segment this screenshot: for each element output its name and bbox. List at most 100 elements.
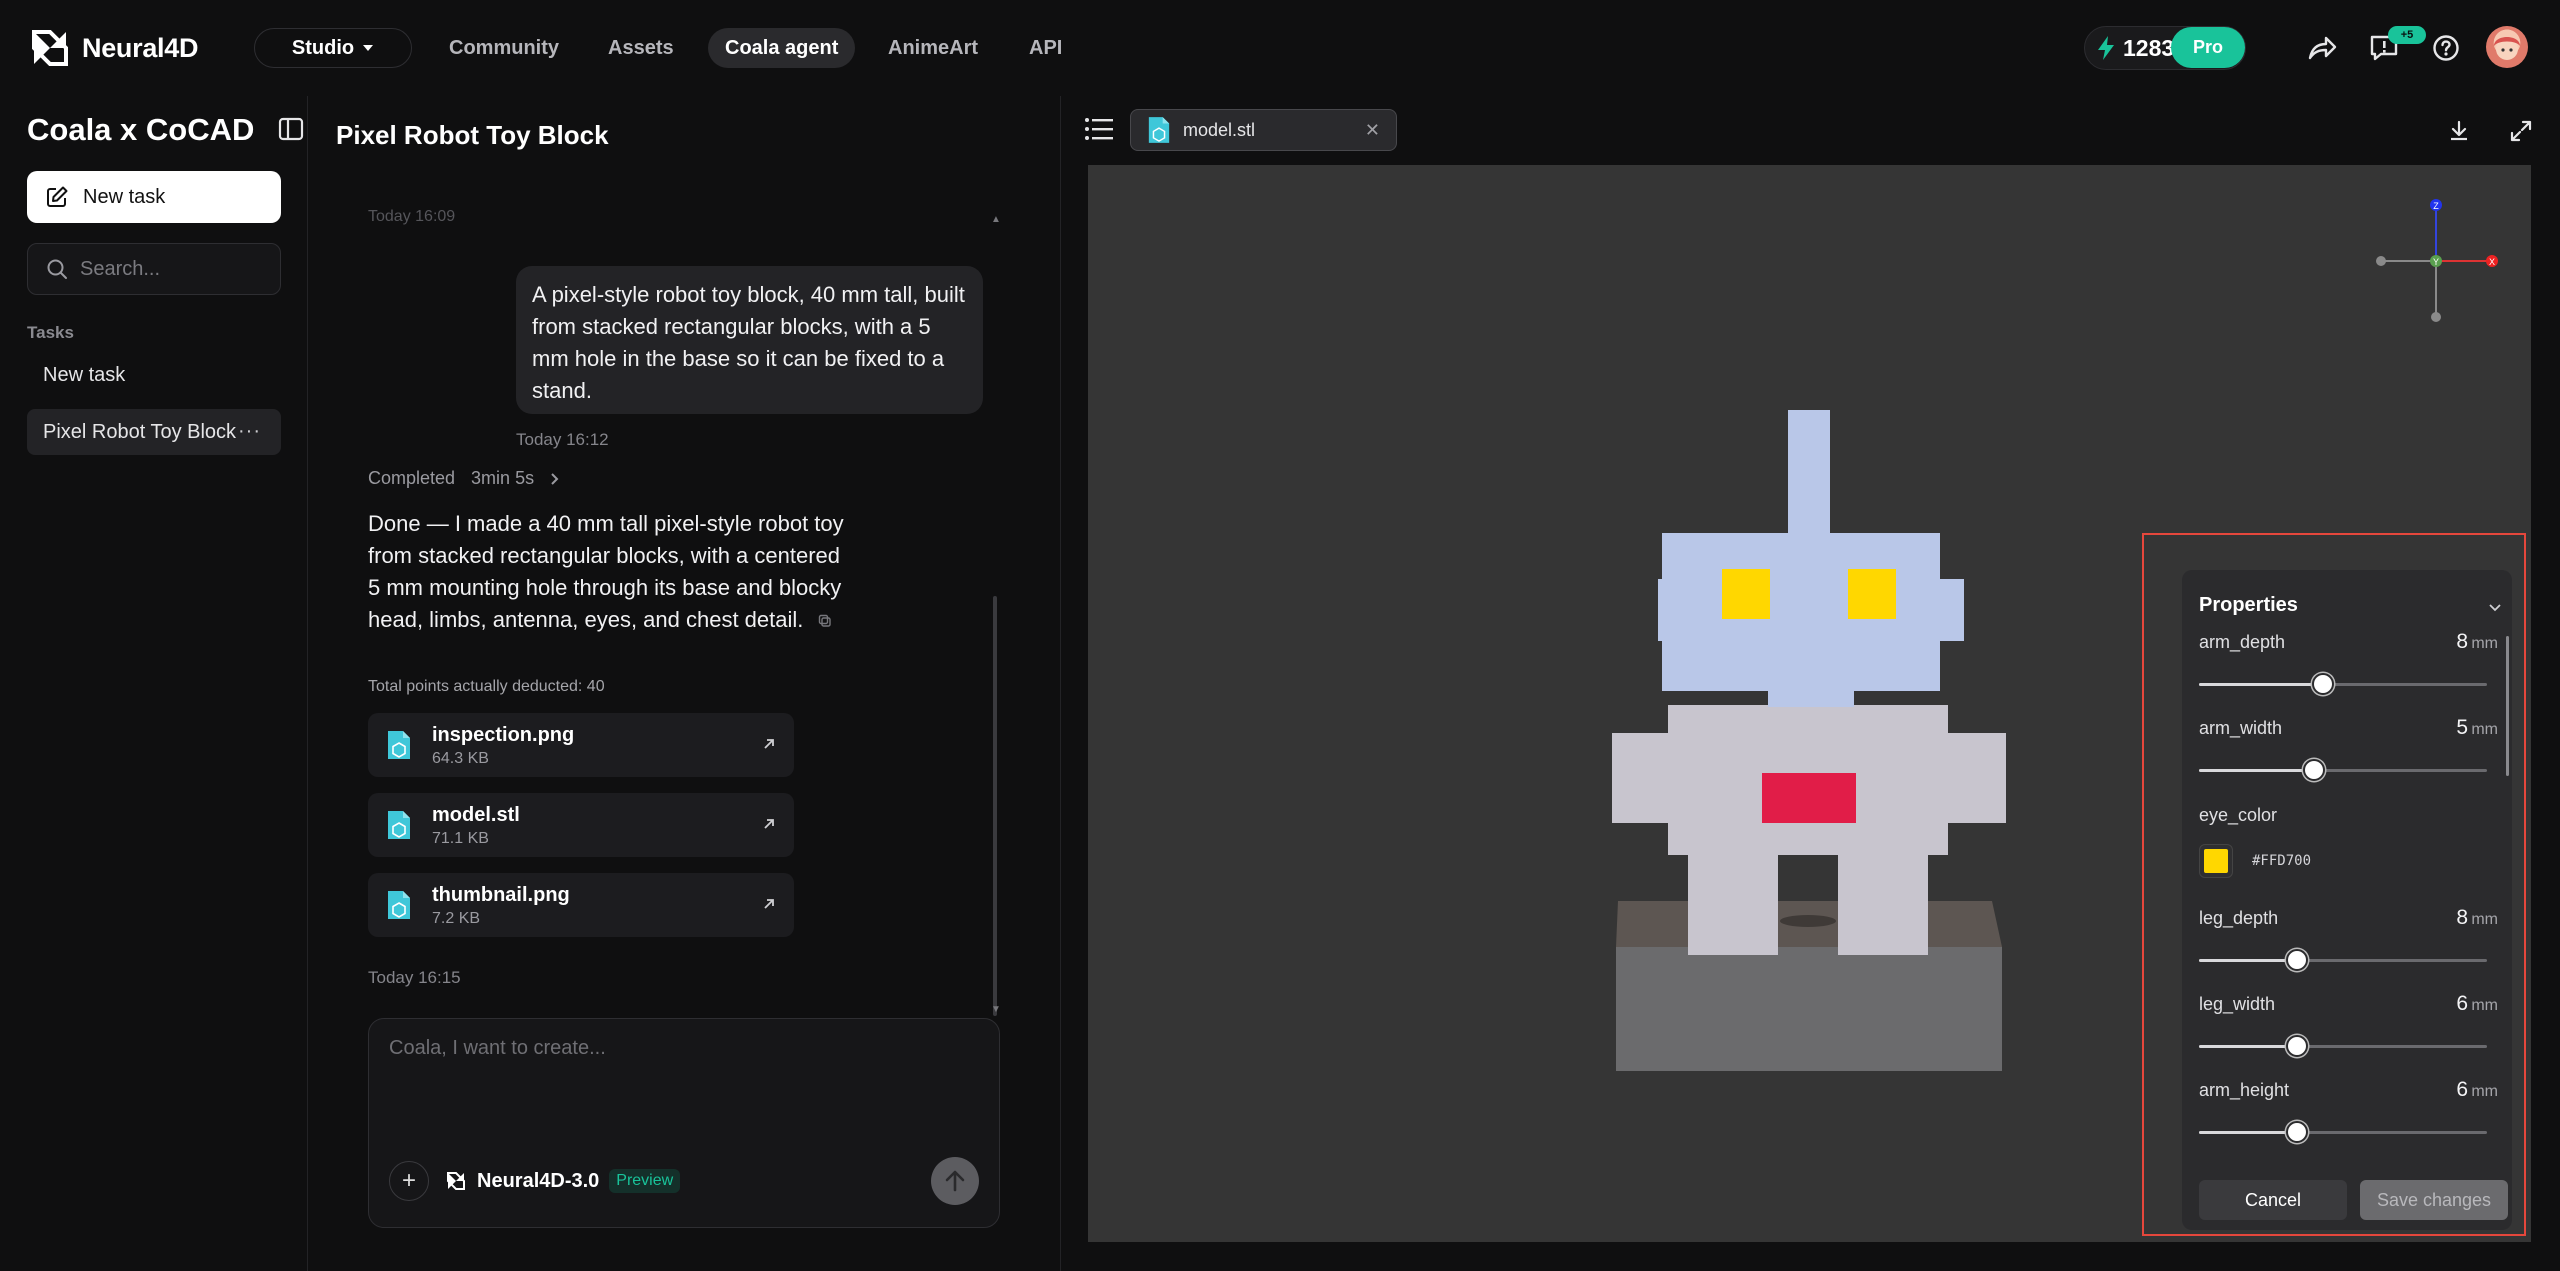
right-ear: [1934, 579, 1964, 641]
slider-fill: [2199, 1045, 2297, 1048]
scroll-down-caret-icon[interactable]: ▼: [991, 1004, 1001, 1015]
prompt-input[interactable]: [389, 1037, 979, 1117]
eye-color-hex[interactable]: #FFD700: [2252, 853, 2311, 869]
leg-depth-slider[interactable]: [2199, 949, 2487, 971]
file-list-icon[interactable]: [1084, 116, 1114, 142]
file-card-model-stl[interactable]: model.stl 71.1 KB: [368, 793, 794, 857]
user-message-text: A pixel-style robot toy block, 40 mm tal…: [532, 282, 965, 403]
nav-coala-agent-label: Coala agent: [725, 36, 839, 59]
arm-width-slider[interactable]: [2199, 759, 2487, 781]
file-icon: [388, 731, 410, 759]
nav-assets[interactable]: Assets: [591, 28, 691, 68]
new-task-button[interactable]: New task: [27, 171, 281, 223]
pro-badge[interactable]: Pro: [2171, 27, 2245, 68]
search-input[interactable]: [80, 257, 260, 281]
x-axis-label: X: [2489, 257, 2495, 267]
search-field[interactable]: [27, 243, 281, 295]
attach-plus-button[interactable]: +: [389, 1161, 429, 1201]
axis-gizmo[interactable]: Z X Y: [2376, 199, 2498, 322]
workspace-title: Coala x CoCAD: [27, 112, 255, 147]
share-icon[interactable]: [2304, 30, 2340, 66]
search-icon: [47, 259, 67, 279]
param-label: leg_depth: [2199, 908, 2279, 928]
leg-width-slider[interactable]: [2199, 1035, 2487, 1057]
cancel-button[interactable]: Cancel: [2199, 1180, 2347, 1220]
save-changes-button[interactable]: Save changes: [2360, 1180, 2508, 1220]
user-message-timestamp: Today 16:12: [516, 430, 609, 449]
open-external-icon[interactable]: [760, 895, 778, 913]
arm-height-slider[interactable]: [2199, 1121, 2487, 1143]
nav-community-label: Community: [449, 36, 559, 59]
chat-scrollbar[interactable]: [993, 596, 997, 1016]
eye-color-swatch[interactable]: [2199, 844, 2233, 878]
scroll-up-caret-icon[interactable]: ▲: [991, 214, 1001, 225]
download-icon[interactable]: [2446, 118, 2472, 144]
send-button[interactable]: [931, 1157, 979, 1205]
brand-logo[interactable]: Neural4D: [28, 26, 198, 70]
message-composer: + Neural4D-3.0 Preview: [368, 1018, 1000, 1228]
neg-z-axis-dot: [2431, 312, 2441, 322]
param-label: leg_width: [2199, 994, 2276, 1014]
completion-status[interactable]: Completed 3min 5s: [368, 468, 560, 489]
properties-scrollbar[interactable]: [2506, 636, 2509, 776]
open-external-icon[interactable]: [760, 735, 778, 753]
nav-animeart[interactable]: AnimeArt: [871, 28, 995, 68]
slider-fill: [2199, 959, 2297, 962]
sidebar-item-label: Pixel Robot Toy Block: [43, 420, 237, 443]
arrow-up-icon: [945, 1170, 965, 1192]
user-message-bubble: A pixel-style robot toy block, 40 mm tal…: [516, 266, 983, 414]
file-card-inspection[interactable]: inspection.png 64.3 KB: [368, 713, 794, 777]
sidebar-item-pixel-robot-toy-block[interactable]: Pixel Robot Toy Block ···: [27, 409, 281, 455]
sidebar-item-label: New task: [43, 363, 126, 386]
nav-coala-agent[interactable]: Coala agent: [708, 28, 856, 68]
chevron-down-icon[interactable]: [2488, 600, 2502, 614]
y-axis-label: Y: [2433, 257, 2439, 267]
tab-label: model.stl: [1183, 119, 1256, 140]
file-icon: [388, 891, 410, 919]
nav-community[interactable]: Community: [432, 28, 576, 68]
help-icon[interactable]: [2428, 30, 2464, 66]
user-avatar[interactable]: [2486, 26, 2528, 68]
slider-thumb[interactable]: [2303, 759, 2325, 781]
arm-depth-slider[interactable]: [2199, 673, 2487, 695]
chest-panel: [1762, 773, 1856, 823]
slider-fill: [2199, 769, 2314, 772]
color-swatch-fill: [2204, 849, 2228, 873]
earlier-timestamp: Today 16:09: [368, 208, 456, 225]
preview-tag: Preview: [609, 1169, 681, 1193]
sidebar-toggle-icon[interactable]: [278, 116, 304, 142]
notification-badge: +5: [2388, 26, 2426, 44]
tab-model-stl[interactable]: model.stl ✕: [1130, 109, 1397, 151]
mounting-hole: [1780, 915, 1836, 927]
file-size: 7.2 KB: [432, 910, 481, 927]
credits-balance[interactable]: 12834 Pro: [2084, 26, 2246, 70]
base-front-face: [1616, 947, 2002, 1071]
right-arm: [1948, 733, 2006, 823]
robot-base: [1616, 901, 2002, 1071]
slider-thumb[interactable]: [2286, 1035, 2308, 1057]
close-icon[interactable]: ✕: [1365, 120, 1380, 141]
open-external-icon[interactable]: [760, 815, 778, 833]
z-axis-label: Z: [2433, 201, 2439, 211]
more-options-icon[interactable]: ···: [238, 420, 261, 443]
sidebar-item-new-task[interactable]: New task: [27, 352, 281, 398]
fullscreen-icon[interactable]: [2508, 118, 2534, 144]
studio-dropdown-button[interactable]: Studio: [254, 28, 412, 68]
new-task-label: New task: [83, 185, 166, 208]
slider-thumb[interactable]: [2312, 673, 2334, 695]
param-label: eye_color: [2199, 805, 2278, 825]
antenna: [1788, 410, 1830, 535]
nav-api[interactable]: API: [1012, 28, 1079, 68]
tasks-section-label: Tasks: [27, 323, 74, 342]
left-ear: [1658, 579, 1688, 641]
file-icon: [1148, 117, 1170, 143]
model-selector[interactable]: Neural4D-3.0 Preview: [445, 1169, 681, 1193]
lightning-icon: [2098, 36, 2114, 60]
slider-thumb[interactable]: [2286, 949, 2308, 971]
copy-icon[interactable]: [818, 614, 832, 628]
file-card-thumbnail[interactable]: thumbnail.png 7.2 KB: [368, 873, 794, 937]
save-changes-label: Save changes: [2376, 1189, 2492, 1210]
completion-status-label: Completed: [368, 468, 456, 488]
slider-thumb[interactable]: [2286, 1121, 2308, 1143]
param-value: 6: [2456, 992, 2468, 1015]
